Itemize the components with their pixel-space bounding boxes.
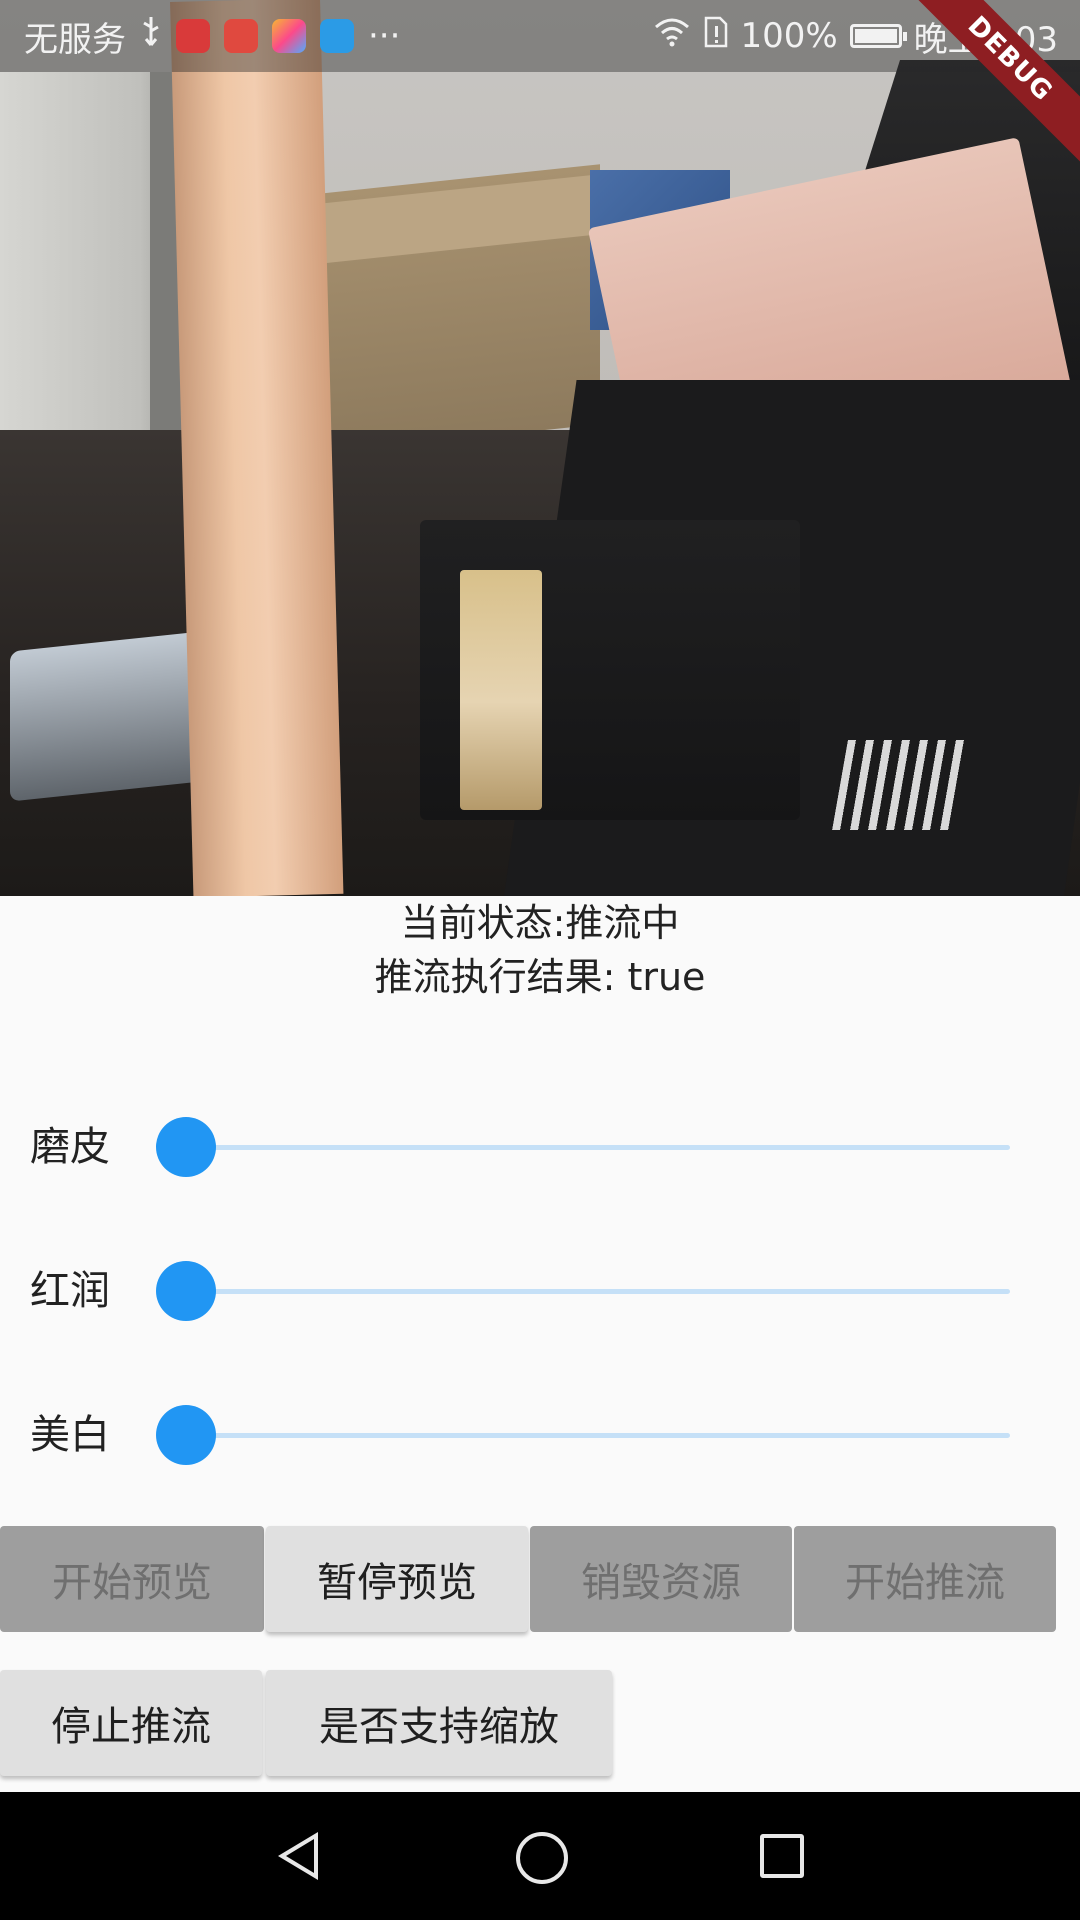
- more-icon: ···: [368, 16, 401, 56]
- status-bar: 无服务 ··· 100% 晚上8:: [0, 0, 1080, 72]
- slider-row-whiten: 美白: [0, 1385, 1080, 1485]
- battery-icon: [849, 24, 907, 48]
- preview-stripes: [832, 740, 968, 830]
- slider-track-whiten[interactable]: [186, 1433, 1010, 1438]
- start-stream-button[interactable]: 开始推流: [794, 1526, 1056, 1632]
- photos-app-icon: [272, 19, 306, 53]
- slider-thumb-ruddy[interactable]: [156, 1261, 216, 1321]
- battery-percent: 100%: [740, 16, 838, 56]
- slider-row-ruddy: 红润: [0, 1241, 1080, 1341]
- usb-icon: [140, 15, 162, 57]
- slider-label-smooth: 磨皮: [30, 1124, 110, 1170]
- start-preview-button[interactable]: 开始预览: [0, 1526, 264, 1632]
- preview-pole: [170, 0, 344, 896]
- back-icon[interactable]: [278, 1832, 318, 1880]
- stop-stream-button[interactable]: 停止推流: [0, 1670, 262, 1776]
- camera-preview: [0, 0, 1080, 896]
- slider-track-smooth[interactable]: [186, 1145, 1010, 1150]
- navigation-bar: [0, 1792, 1080, 1920]
- slider-thumb-smooth[interactable]: [156, 1117, 216, 1177]
- sim-alert-icon: [704, 16, 728, 57]
- video-app-icon: [176, 19, 210, 53]
- battery-fill: [854, 29, 897, 43]
- stream-result-label: 推流执行结果: true: [374, 955, 706, 999]
- zoom-support-button[interactable]: 是否支持缩放: [266, 1670, 612, 1776]
- huawei-app-icon: [224, 19, 258, 53]
- recents-icon[interactable]: [760, 1834, 804, 1878]
- pause-preview-button[interactable]: 暂停预览: [266, 1526, 528, 1632]
- preview-photo: [460, 570, 542, 810]
- slider-label-whiten: 美白: [30, 1412, 110, 1458]
- stream-status: 当前状态:推流中 推流执行结果: true: [0, 896, 1080, 1004]
- wifi-icon: [652, 16, 692, 56]
- stream-state-label: 当前状态:推流中: [400, 901, 680, 945]
- slider-thumb-whiten[interactable]: [156, 1405, 216, 1465]
- carrier-label: 无服务: [24, 19, 126, 60]
- slider-label-ruddy: 红润: [30, 1268, 110, 1314]
- video-player-app-icon: [320, 19, 354, 53]
- home-icon[interactable]: [516, 1832, 568, 1884]
- slider-track-ruddy[interactable]: [186, 1289, 1010, 1294]
- destroy-resources-button[interactable]: 销毁资源: [530, 1526, 792, 1632]
- slider-row-smooth: 磨皮: [0, 1097, 1080, 1197]
